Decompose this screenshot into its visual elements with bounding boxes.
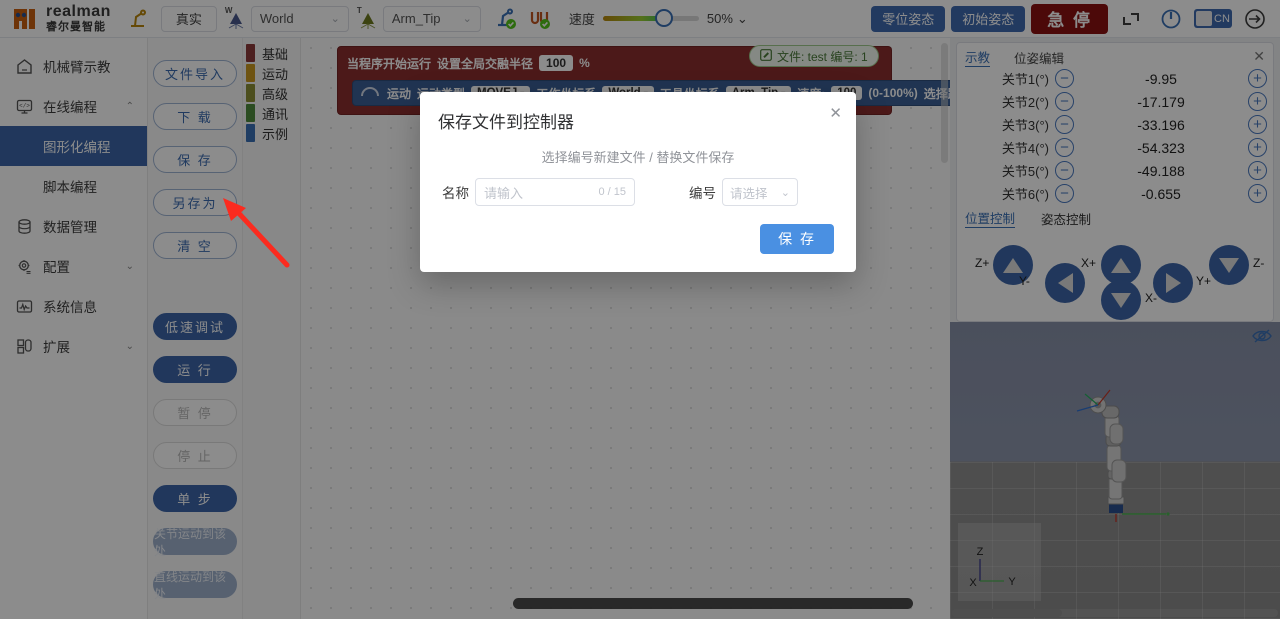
dialog-save-button[interactable]: 保 存 [760, 224, 834, 254]
save-file-dialog: 保存文件到控制器 ✕ 选择编号新建文件 / 替换文件保存 名称 请输入 0 / … [420, 92, 856, 272]
chevron-down-icon: ⌄ [780, 186, 790, 199]
number-field-label: 编号 [689, 186, 716, 201]
name-input[interactable]: 请输入 0 / 15 [475, 178, 635, 206]
dialog-title: 保存文件到控制器 [438, 113, 574, 132]
dialog-fields: 名称 请输入 0 / 15 编号 请选择 ⌄ [420, 178, 856, 210]
application-root: realman 睿尔曼智能 真实 W World ⌄ T Arm_Tip ⌄ 速… [0, 0, 1280, 619]
name-input-counter: 0 / 15 [598, 186, 626, 198]
dialog-subtitle: 选择编号新建文件 / 替换文件保存 [541, 150, 735, 165]
dialog-footer: 保 存 [420, 210, 856, 272]
number-select[interactable]: 请选择 ⌄ [722, 178, 798, 206]
name-input-placeholder: 请输入 [484, 185, 524, 201]
name-field-label: 名称 [442, 186, 469, 201]
dialog-header: 保存文件到控制器 ✕ [420, 92, 856, 137]
close-icon[interactable]: ✕ [829, 104, 842, 122]
number-select-placeholder: 请选择 [730, 186, 768, 201]
